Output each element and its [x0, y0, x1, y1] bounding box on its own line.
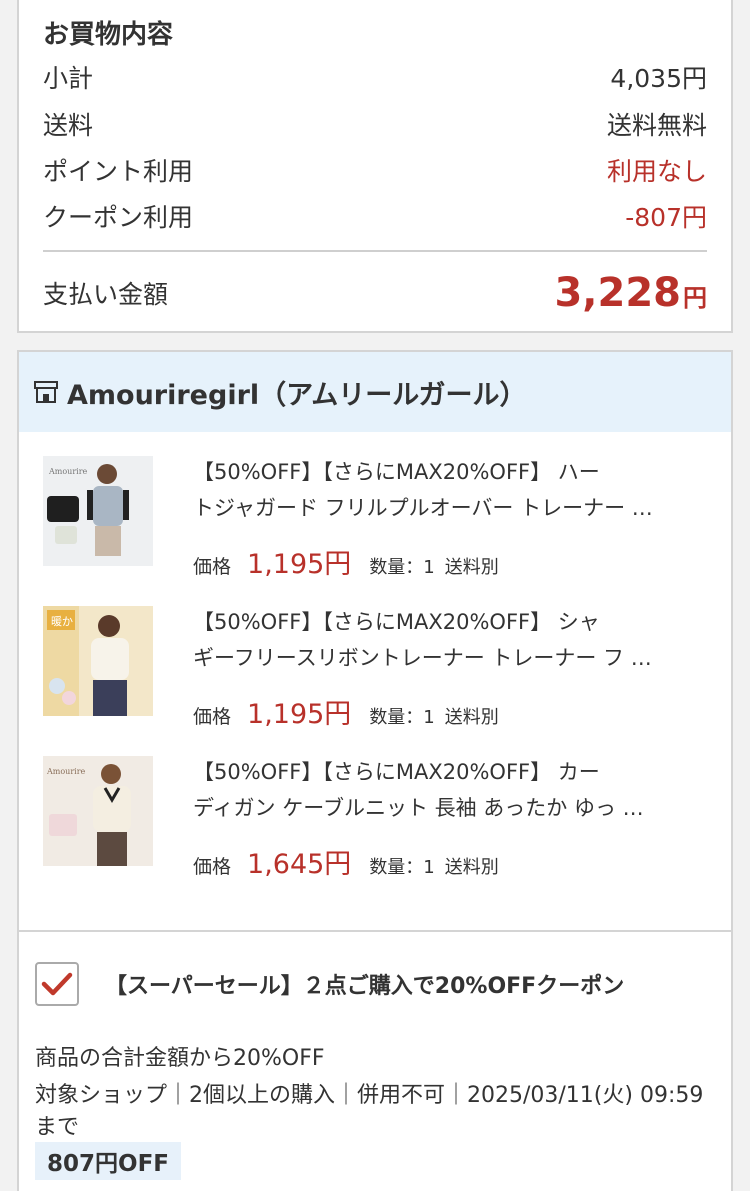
cart-item[interactable]: Amourire 【50%OFF】【さらにMAX20%OFF】 ハー トジャガー…: [43, 454, 715, 580]
product-title[interactable]: 【50%OFF】【さらにMAX20%OFF】 カー ディガン ケーブルニット 長…: [193, 754, 715, 826]
coupon-title[interactable]: 【スーパーセール】２点ご購入で20%OFFクーポン: [105, 968, 624, 1000]
product-price: 1,195円: [247, 699, 352, 730]
product-title-line2: トジャガード フリルプルオーバー トレーナー …: [193, 496, 653, 520]
product-price: 1,645円: [247, 849, 352, 880]
product-quantity: 数量：1: [369, 857, 435, 878]
subtotal-value: 4,035円: [610, 64, 707, 93]
product-title[interactable]: 【50%OFF】【さらにMAX20%OFF】 ハー トジャガード フリルプルオー…: [193, 454, 715, 526]
coupon-usage-row: クーポン利用 -807円: [43, 196, 707, 236]
points-row: ポイント利用 利用なし: [43, 150, 707, 190]
product-shipping: 送料別: [444, 707, 499, 728]
product-thumbnail[interactable]: 暖か: [43, 606, 153, 716]
cart-item[interactable]: 暖か 【50%OFF】【さらにMAX20%OFF】 シャ ギーフリースリボントレ…: [43, 604, 715, 730]
order-summary-title: お買物内容: [43, 20, 174, 50]
coupon-checkbox[interactable]: [35, 962, 79, 1006]
shop-header[interactable]: Amouriregirl（アムリールガール）: [19, 352, 731, 432]
product-title-line1: 【50%OFF】【さらにMAX20%OFF】 ハー: [193, 460, 600, 484]
svg-text:Amourire: Amourire: [48, 467, 88, 476]
price-label: 価格: [193, 556, 232, 578]
store-icon: [34, 381, 58, 403]
payment-total-amount: 3,228円: [554, 270, 707, 316]
product-thumbnail[interactable]: Amourire: [43, 456, 153, 566]
shop-card: Amouriregirl（アムリールガール） Amourire 【50%OFF】…: [17, 350, 733, 1191]
shop-name[interactable]: Amouriregirl（アムリールガール）: [67, 373, 526, 412]
shipping-label: 送料: [43, 111, 94, 140]
product-thumbnail[interactable]: Amourire: [43, 756, 153, 866]
coupon-usage-label: クーポン利用: [43, 203, 194, 232]
product-shipping: 送料別: [444, 557, 499, 578]
product-quantity: 数量：1: [369, 707, 435, 728]
payment-total-row: 支払い金額 3,228円: [43, 268, 707, 318]
product-shipping: 送料別: [444, 857, 499, 878]
svg-text:Amourire: Amourire: [46, 767, 86, 776]
product-meta: 価格 1,195円 数量：1 送料別: [193, 542, 499, 581]
points-label: ポイント利用: [43, 157, 194, 186]
product-title-line2: ディガン ケーブルニット 長袖 あったか ゆっ …: [193, 796, 644, 820]
summary-divider: [43, 250, 707, 252]
product-title-line1: 【50%OFF】【さらにMAX20%OFF】 カー: [193, 760, 600, 784]
product-title-line1: 【50%OFF】【さらにMAX20%OFF】 シャ: [193, 610, 600, 634]
product-title-line2: ギーフリースリボントレーナー トレーナー フ …: [193, 646, 652, 670]
svg-text:暖か: 暖か: [51, 615, 73, 628]
product-title[interactable]: 【50%OFF】【さらにMAX20%OFF】 シャ ギーフリースリボントレーナー…: [193, 604, 715, 676]
product-price: 1,195円: [247, 549, 352, 580]
coupon-divider: [19, 930, 731, 932]
points-value: 利用なし: [606, 157, 707, 186]
coupon-conditions: 対象ショップ｜2個以上の購入｜併用不可｜2025/03/11(火) 09:59ま…: [35, 1083, 704, 1140]
shipping-value: 送料無料: [606, 111, 707, 140]
payment-total-number: 3,228: [554, 270, 681, 316]
cart-item[interactable]: Amourire 【50%OFF】【さらにMAX20%OFF】 カー ディガン …: [43, 754, 715, 880]
subtotal-label: 小計: [43, 64, 94, 93]
product-meta: 価格 1,645円 数量：1 送料別: [193, 842, 499, 881]
payment-total-label: 支払い金額: [43, 280, 169, 309]
order-summary-card: お買物内容 小計 4,035円 送料 送料無料 ポイント利用 利用なし クーポン…: [17, 0, 733, 333]
price-label: 価格: [193, 706, 232, 728]
payment-total-unit: 円: [683, 284, 707, 312]
product-quantity: 数量：1: [369, 557, 435, 578]
coupon-usage-value: -807円: [625, 203, 707, 232]
subtotal-row: 小計 4,035円: [43, 57, 707, 97]
price-label: 価格: [193, 856, 232, 878]
coupon-description: 商品の合計金額から20%OFF: [35, 1046, 325, 1071]
checkmark-icon: [41, 972, 73, 996]
coupon-discount-badge: 807円OFF: [35, 1142, 181, 1180]
shipping-row: 送料 送料無料: [43, 104, 707, 144]
product-meta: 価格 1,195円 数量：1 送料別: [193, 692, 499, 731]
